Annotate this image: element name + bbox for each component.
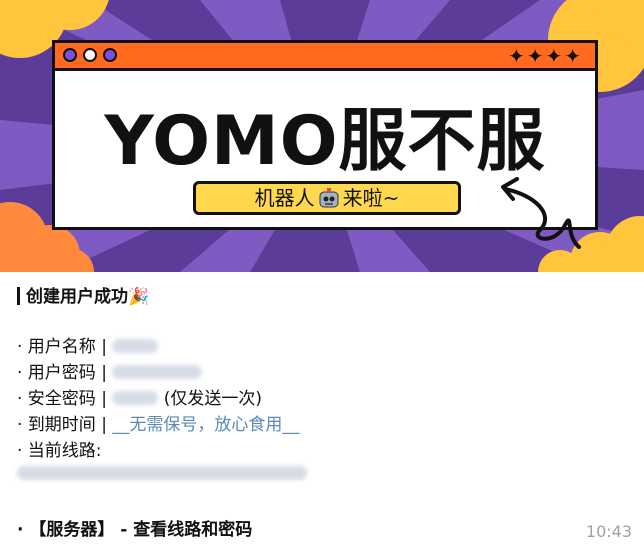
row-label: · 用户密码 | xyxy=(17,363,107,383)
curved-arrow-icon xyxy=(501,177,581,249)
banner-image: ✦✦✦✦ YOMO服不服 机器人 来啦~ xyxy=(0,0,644,272)
row-security-password: · 安全密码 | (仅发送一次) xyxy=(17,384,262,409)
expiry-value: __无需保号，放心食用__ xyxy=(112,415,300,435)
pill-text-right: 来啦~ xyxy=(342,186,400,210)
row-expiry: · 到期时间 | __无需保号，放心食用__ xyxy=(17,410,299,435)
sparkle-stars-icon: ✦✦✦✦ xyxy=(507,44,583,68)
row-note: (仅发送一次) xyxy=(163,389,263,409)
pill-text-left: 机器人 xyxy=(254,186,315,210)
hidden-value xyxy=(112,391,159,405)
window-dot-purple xyxy=(103,48,117,62)
title-bar-marker xyxy=(17,287,20,305)
route-hidden-row xyxy=(17,464,307,484)
row-label: · 到期时间 | xyxy=(17,415,107,435)
row-label: · 安全密码 | xyxy=(17,389,107,409)
row-label: · 当前线路: xyxy=(17,441,102,461)
robot-icon xyxy=(319,188,339,208)
window-dot-white xyxy=(83,48,97,62)
hidden-value xyxy=(17,466,307,480)
row-username: · 用户名称 | xyxy=(17,332,159,357)
hidden-value xyxy=(112,365,203,379)
party-popper-icon: 🎉 xyxy=(128,287,150,307)
chat-message: ✦✦✦✦ YOMO服不服 机器人 来啦~ 创建用户成功🎉 · 用户名称 | · … xyxy=(0,0,644,547)
message-timestamp: 10:43 xyxy=(585,522,632,541)
message-title: 创建用户成功 xyxy=(26,287,128,307)
row-label: · 用户名称 | xyxy=(17,337,107,357)
window-titlebar: ✦✦✦✦ xyxy=(55,43,595,71)
row-current-route: · 当前线路: xyxy=(17,436,102,461)
message-title-row: 创建用户成功🎉 xyxy=(17,282,149,307)
banner-pill: 机器人 来啦~ xyxy=(193,181,461,215)
message-body: 创建用户成功🎉 · 用户名称 | · 用户密码 | · 安全密码 | (仅发送一… xyxy=(0,272,644,547)
window-dot-purple xyxy=(63,48,77,62)
banner-headline: YOMO服不服 xyxy=(104,102,546,181)
row-password: · 用户密码 | xyxy=(17,358,203,383)
footer-link[interactable]: · 【服务器】 - 查看线路和密码 xyxy=(17,515,252,540)
hidden-value xyxy=(112,339,159,353)
